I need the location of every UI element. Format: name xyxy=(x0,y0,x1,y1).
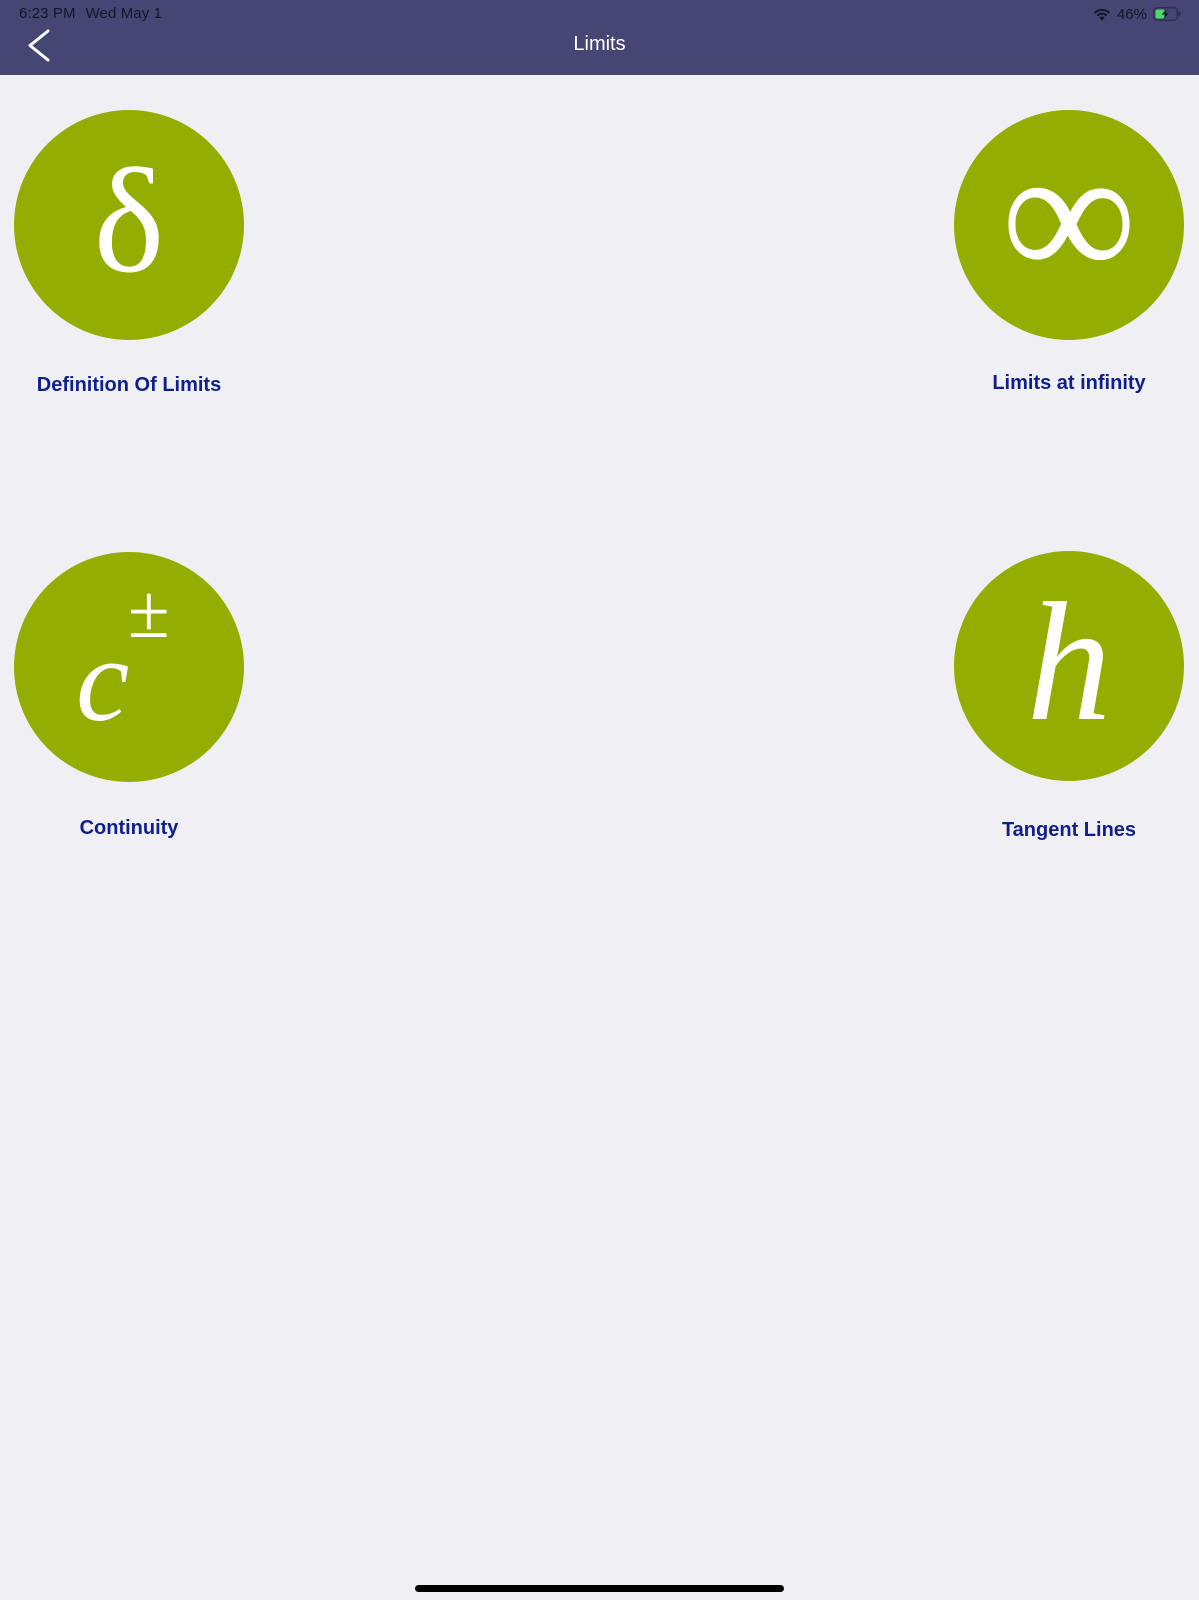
topic-continuity[interactable]: c ± Continuity xyxy=(13,552,245,840)
topic-label[interactable]: Tangent Lines xyxy=(953,819,1185,842)
topic-definition-of-limits[interactable]: δ Definition Of Limits xyxy=(13,110,245,397)
topic-label[interactable]: Continuity xyxy=(13,817,245,840)
topic-icon-circle[interactable]: h xyxy=(954,551,1184,781)
topic-label[interactable]: Limits at infinity xyxy=(953,372,1185,395)
topic-icon-circle[interactable]: ∞ xyxy=(954,110,1184,340)
home-indicator[interactable] xyxy=(415,1585,784,1592)
topic-icon-circle[interactable]: c ± xyxy=(14,552,244,782)
delta-icon: δ xyxy=(93,138,165,304)
status-time: 6:23 PM xyxy=(19,5,76,22)
topic-limits-at-infinity[interactable]: ∞ Limits at infinity xyxy=(953,110,1185,395)
infinity-icon: ∞ xyxy=(1001,111,1137,321)
topic-label[interactable]: Definition Of Limits xyxy=(13,374,245,397)
topic-icon-circle[interactable]: δ xyxy=(14,110,244,340)
battery-percent: 46% xyxy=(1116,5,1147,23)
status-bar-left: 6:23 PM Wed May 1 xyxy=(19,5,162,22)
status-bar-right: 46% xyxy=(1093,5,1181,23)
app-screen: 6:23 PM Wed May 1 46% Limits δ Definitio… xyxy=(0,0,1199,1600)
page-title: Limits xyxy=(573,33,626,55)
plus-minus-icon: ± xyxy=(128,570,170,654)
status-date: Wed May 1 xyxy=(85,5,163,22)
wifi-icon xyxy=(1093,7,1111,21)
topic-tangent-lines[interactable]: h Tangent Lines xyxy=(953,551,1185,842)
navigation-bar: 6:23 PM Wed May 1 46% Limits xyxy=(0,0,1199,75)
c-icon: c xyxy=(76,613,130,746)
h-icon: h xyxy=(1026,568,1112,756)
battery-charging-icon xyxy=(1153,7,1181,21)
